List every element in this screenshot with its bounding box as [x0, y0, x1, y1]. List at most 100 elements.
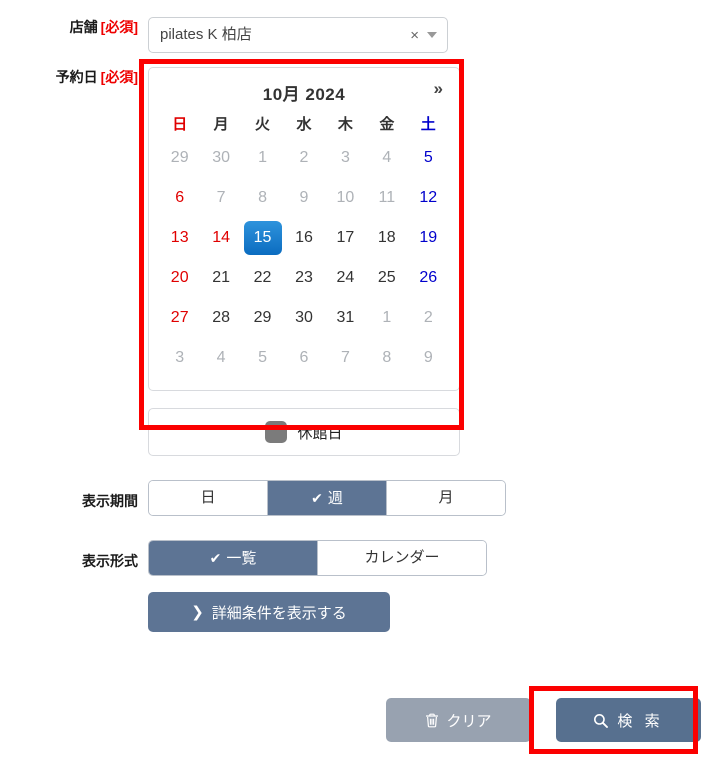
calendar-weekday-row: 日月火水木金土 [159, 108, 449, 138]
reservation-search-form: 店舗 [必須] pilates K 柏店 × 予約日 [必須] 10月 2024 »… [0, 0, 718, 632]
calendar-day-24[interactable]: 24 [330, 263, 360, 293]
calendar-day-16[interactable]: 16 [289, 223, 319, 253]
chevron-down-icon[interactable] [427, 32, 437, 38]
calendar-day-21[interactable]: 21 [206, 263, 236, 293]
calendar-cell: 29 [242, 298, 283, 338]
calendar-cell: 19 [408, 218, 449, 258]
clear-button[interactable]: クリア [386, 698, 531, 742]
calendar-cell: 30 [200, 138, 241, 178]
display-period-option-日[interactable]: 日 [149, 481, 268, 515]
store-label-text: 店舗 [69, 19, 98, 35]
search-button-label: 検 索 [617, 712, 664, 730]
display-format-option-一覧[interactable]: ✔ 一覧 [149, 541, 318, 575]
calendar-day-10: 10 [336, 189, 355, 206]
calendar-day-23[interactable]: 23 [289, 263, 319, 293]
calendar-cell: 1 [366, 298, 407, 338]
calendar-cell: 20 [159, 258, 200, 298]
calendar-day-22[interactable]: 22 [248, 263, 278, 293]
calendar-day-14[interactable]: 14 [206, 223, 236, 253]
calendar-cell: 17 [325, 218, 366, 258]
reservation-date-label: 予約日 [必須] [0, 67, 148, 87]
trash-icon [425, 713, 439, 728]
calendar-weekday-木: 木 [337, 115, 353, 133]
display-period-option-週[interactable]: ✔ 週 [268, 481, 387, 515]
calendar-cell: 29 [159, 138, 200, 178]
detail-conditions-row: ❯ 詳細条件を表示する [0, 592, 718, 632]
calendar-day-29[interactable]: 29 [248, 303, 278, 333]
calendar-cell: 15 [242, 218, 283, 258]
calendar-day-13[interactable]: 13 [165, 223, 195, 253]
calendar-grid: 日月火水木金土 29 30 1 2 3 4 5 6 7 8 9 10 11 12 13 14 15 16 17 18 1… [159, 108, 449, 378]
calendar-cell: 6 [283, 338, 324, 378]
calendar-week-row: 6 7 8 9 10 11 12 [159, 178, 449, 218]
calendar-day-30[interactable]: 30 [289, 303, 319, 333]
closed-day-swatch-icon [265, 421, 288, 443]
calendar-day-11: 11 [378, 189, 396, 206]
display-period-label: 表示期間 [82, 493, 138, 509]
calendar-cell: 23 [283, 258, 324, 298]
calendar-day-5[interactable]: 5 [413, 143, 443, 173]
calendar-day-4: 4 [382, 149, 392, 166]
next-month-icon[interactable]: » [430, 79, 447, 99]
calendar-day-31[interactable]: 31 [330, 303, 360, 333]
calendar-day-27[interactable]: 27 [165, 303, 195, 333]
calendar-cell: 6 [159, 178, 200, 218]
calendar-day-15[interactable]: 15 [243, 221, 282, 255]
calendar-cell: 28 [200, 298, 241, 338]
calendar-weekday-日: 日 [172, 115, 188, 133]
calendar-day-3: 3 [175, 349, 185, 366]
calendar-day-2: 2 [299, 149, 309, 166]
calendar-day-8: 8 [258, 189, 267, 206]
display-format-option-カレンダー[interactable]: カレンダー [318, 541, 486, 575]
calendar-cell: 3 [325, 138, 366, 178]
calendar-cell: 25 [366, 258, 407, 298]
display-period-row: 表示期間 日 ✔ 週 月 [0, 480, 718, 516]
calendar-cell: 30 [283, 298, 324, 338]
calendar-cell: 8 [366, 338, 407, 378]
calendar-day-12[interactable]: 12 [413, 183, 443, 213]
display-format-group[interactable]: ✔ 一覧 カレンダー [148, 540, 487, 576]
calendar-cell: 4 [200, 338, 241, 378]
calendar-cell: 26 [408, 258, 449, 298]
calendar-day-6[interactable]: 6 [165, 183, 195, 213]
calendar-cell: 24 [325, 258, 366, 298]
calendar-day-18[interactable]: 18 [372, 223, 402, 253]
action-buttons: クリア 検 索 [386, 698, 701, 742]
calendar-weekday-月: 月 [213, 115, 229, 133]
calendar-legend: 休館日 [148, 408, 460, 456]
calendar-cell: 31 [325, 298, 366, 338]
check-icon: ✔ [209, 550, 222, 566]
date-picker[interactable]: 10月 2024 » 日月火水木金土 29 30 1 2 3 4 5 6 7 8 9 10 11 12 13… [148, 67, 460, 391]
calendar-day-20[interactable]: 20 [165, 263, 195, 293]
calendar-day-26[interactable]: 26 [413, 263, 443, 293]
calendar-day-28[interactable]: 28 [206, 303, 236, 333]
calendar-week-row: 27 28 29 30 31 1 2 [159, 298, 449, 338]
calendar-cell: 4 [366, 138, 407, 178]
calendar-cell: 14 [200, 218, 241, 258]
calendar-day-6: 6 [299, 349, 309, 366]
store-label: 店舗 [必須] [0, 17, 148, 37]
calendar-day-19[interactable]: 19 [413, 223, 443, 253]
magnifier-icon [593, 713, 609, 728]
chevron-right-icon: ❯ [191, 604, 204, 621]
show-detail-conditions-button[interactable]: ❯ 詳細条件を表示する [148, 592, 390, 632]
calendar-cell: 2 [283, 138, 324, 178]
display-period-group[interactable]: 日 ✔ 週 月 [148, 480, 506, 516]
display-format-option-label: カレンダー [364, 549, 440, 566]
calendar-day-2: 2 [423, 309, 433, 326]
search-button[interactable]: 検 索 [556, 698, 701, 742]
calendar-cell: 18 [366, 218, 407, 258]
clear-button-label: クリア [446, 712, 492, 730]
calendar-cell: 2 [408, 298, 449, 338]
calendar-day-25[interactable]: 25 [372, 263, 402, 293]
calendar-cell: 16 [283, 218, 324, 258]
calendar-cell: 3 [159, 338, 200, 378]
calendar-day-17[interactable]: 17 [330, 223, 360, 253]
calendar-weekday-火: 火 [255, 115, 271, 133]
clear-selection-icon[interactable]: × [408, 28, 427, 43]
calendar-cell: 1 [242, 138, 283, 178]
reservation-date-required-tag: [必須] [100, 69, 138, 85]
calendar-day-9: 9 [299, 189, 309, 206]
display-period-option-月[interactable]: 月 [387, 481, 505, 515]
store-select[interactable]: pilates K 柏店 × [148, 17, 448, 53]
